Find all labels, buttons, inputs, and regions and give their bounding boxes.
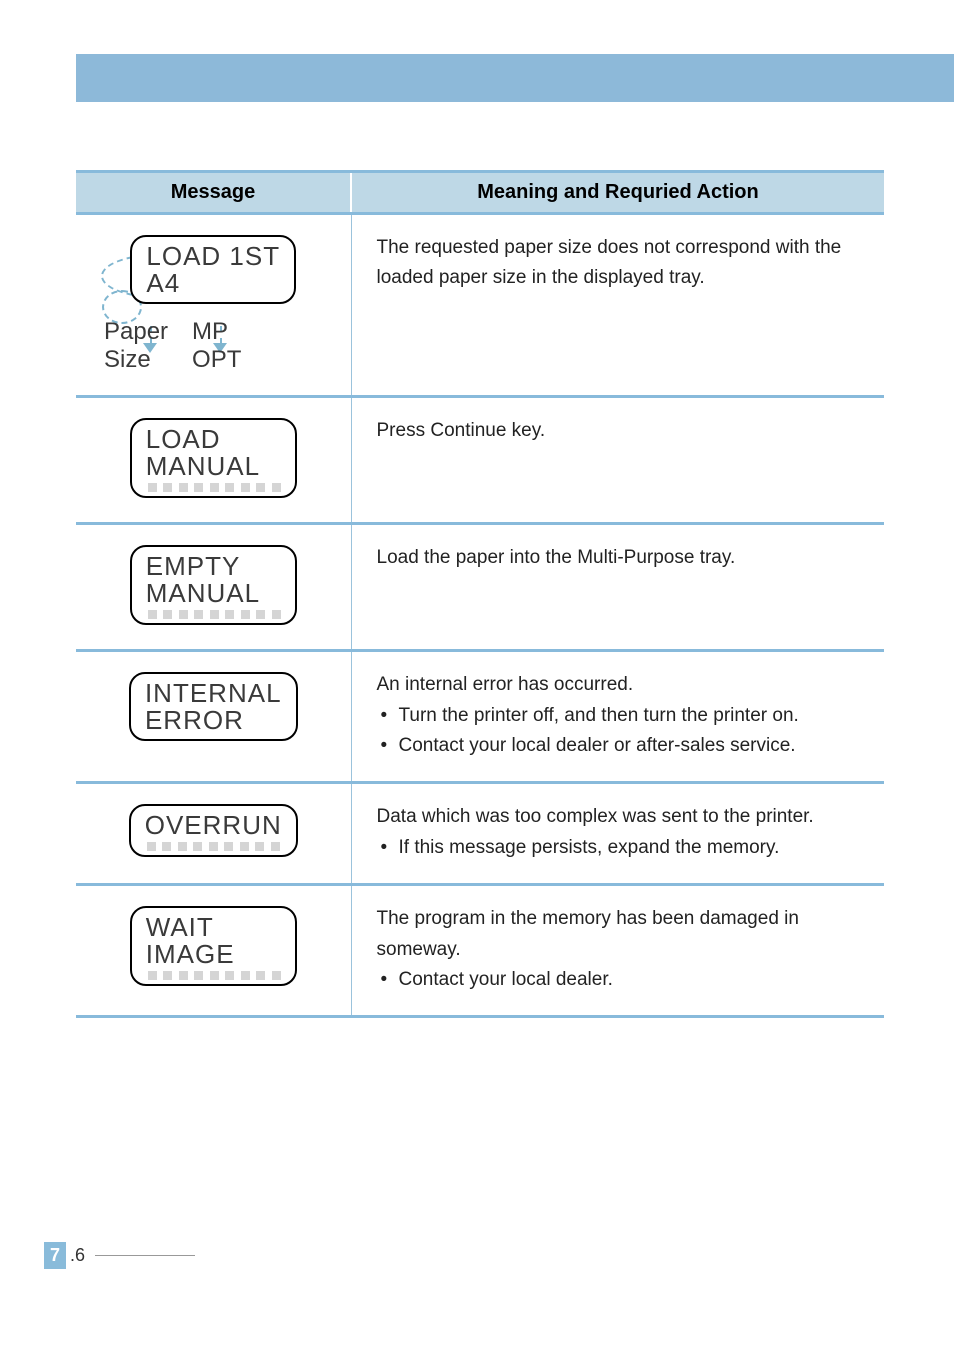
messages-table: Message Meaning and Requried Action LOAD… (76, 170, 884, 1018)
lcd-display: LOAD MANUAL (130, 418, 297, 498)
page-chapter: 7 (44, 1242, 66, 1269)
table-row: EMPTY MANUAL Load the paper into the Mul… (76, 524, 884, 651)
lcd-line: OVERRUN (145, 812, 282, 839)
lcd-line: WAIT (146, 914, 281, 941)
lcd-display: OVERRUN (129, 804, 298, 856)
meaning-text: The requested paper size does not corres… (377, 233, 873, 294)
top-banner (76, 54, 954, 102)
lcd-display: INTERNAL ERROR (129, 672, 298, 741)
table-row: WAIT IMAGE The program in the memory has… (76, 885, 884, 1017)
lcd-line: EMPTY (146, 553, 281, 580)
lcd-line: MANUAL (146, 453, 281, 480)
lcd-line: LOAD 1ST (146, 243, 280, 270)
lcd-line: LOAD (146, 426, 281, 453)
lcd-line: MANUAL (146, 580, 281, 607)
table-row: OVERRUN Data which was too complex was s… (76, 783, 884, 885)
lcd-line: INTERNAL (145, 680, 282, 707)
table-row: LOAD 1ST A4 Paper Size MP OPT (76, 214, 884, 397)
header-message: Message (76, 172, 351, 214)
lcd-line: IMAGE (146, 941, 281, 968)
content-area: Message Meaning and Requried Action LOAD… (76, 170, 884, 1018)
sublabel: Paper (104, 318, 168, 347)
meaning-text: An internal error has occurred. (377, 670, 873, 700)
table-row: LOAD MANUAL Press Continue key. (76, 397, 884, 524)
page-footer: 7 .6 (44, 1242, 195, 1269)
sublabel: Size (104, 346, 168, 375)
lcd-sublabels: Paper Size MP OPT (86, 318, 341, 376)
lcd-line: A4 (146, 270, 280, 297)
header-meaning: Meaning and Requried Action (351, 172, 884, 214)
table-row: INTERNAL ERROR An internal error has occ… (76, 651, 884, 783)
meaning-text: The program in the memory has been damag… (377, 904, 873, 965)
lcd-dot-row (145, 842, 282, 851)
bullet-item: Turn the printer off, and then turn the … (377, 701, 873, 731)
bullet-list: Contact your local dealer. (377, 965, 873, 995)
meaning-text: Data which was too complex was sent to t… (377, 802, 873, 832)
bullet-item: If this message persists, expand the mem… (377, 833, 873, 863)
lcd-dot-row (146, 971, 281, 980)
sublabel: MP (192, 318, 241, 347)
bullet-item: Contact your local dealer. (377, 965, 873, 995)
sublabel: OPT (192, 346, 241, 375)
bullet-item: Contact your local dealer or after-sales… (377, 731, 873, 761)
lcd-display: WAIT IMAGE (130, 906, 297, 986)
meaning-text: Load the paper into the Multi-Purpose tr… (377, 543, 873, 573)
lcd-display: LOAD 1ST A4 (130, 235, 296, 304)
bullet-list: If this message persists, expand the mem… (377, 833, 873, 863)
lcd-dot-row (146, 610, 281, 619)
lcd-dot-row (146, 483, 281, 492)
page-line (95, 1255, 195, 1256)
meaning-text: Press Continue key. (377, 416, 873, 446)
lcd-line: ERROR (145, 707, 282, 734)
bullet-list: Turn the printer off, and then turn the … (377, 701, 873, 762)
page-number: .6 (66, 1245, 89, 1266)
lcd-display: EMPTY MANUAL (130, 545, 297, 625)
